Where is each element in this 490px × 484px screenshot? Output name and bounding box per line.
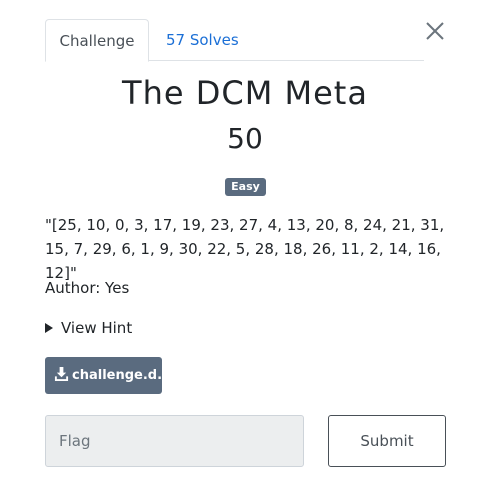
submit-button[interactable]: Submit	[328, 415, 446, 467]
download-icon	[54, 366, 69, 381]
tab-solves[interactable]: 57 Solves	[166, 19, 239, 61]
flag-input[interactable]	[45, 415, 304, 467]
caret-right-icon	[45, 322, 53, 333]
view-hint-toggle[interactable]: View Hint	[45, 319, 132, 337]
close-button[interactable]	[424, 20, 446, 42]
challenge-title: The DCM Meta	[122, 74, 368, 112]
challenge-author: Author: Yes	[45, 279, 130, 297]
view-hint-label: View Hint	[61, 319, 133, 337]
download-file-button[interactable]: challenge.d...	[45, 357, 162, 394]
difficulty-badge: Easy	[225, 178, 266, 196]
file-name-label: challenge.d...	[72, 368, 162, 383]
close-icon	[426, 22, 444, 40]
challenge-points: 50	[227, 122, 263, 155]
tab-bar: Challenge 57 Solves	[45, 19, 424, 62]
tab-challenge[interactable]: Challenge	[45, 19, 149, 62]
challenge-description: "[25, 10, 0, 3, 17, 19, 23, 27, 4, 13, 2…	[45, 216, 445, 282]
